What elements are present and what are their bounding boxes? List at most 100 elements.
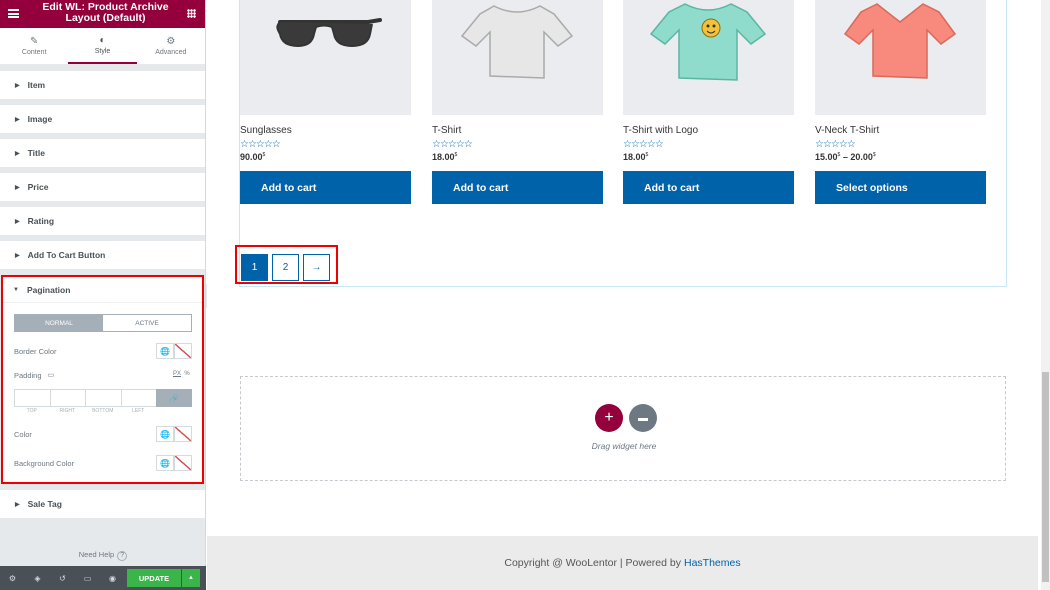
product-name[interactable]: T-Shirt with Logo — [623, 125, 794, 136]
caret-right-icon: ▶ — [15, 82, 20, 89]
padding-label-left: LEFT — [132, 408, 145, 414]
control-label: Color — [14, 429, 32, 439]
section-label: Add To Cart Button — [27, 250, 106, 260]
padding-bottom-input[interactable] — [85, 389, 121, 407]
site-footer: Copyright @ WooLentor | Powered by HasTh… — [207, 536, 1038, 590]
unit-percent[interactable]: % — [184, 371, 189, 377]
caret-right-icon: ▶ — [15, 116, 20, 123]
settings-icon[interactable]: ⚙ — [0, 574, 25, 583]
panel-tabs: ✎ Content ◐ Style ⚙ Advanced — [0, 28, 205, 65]
star-rating: ☆☆☆☆☆ — [240, 139, 281, 150]
copyright-text: Copyright @ WooLentor | Powered by — [504, 557, 681, 569]
product-price: 15.00$ – 20.00$ — [815, 152, 876, 162]
scrollbar-thumb[interactable] — [1042, 372, 1049, 582]
product-price: 18.00$ — [623, 152, 794, 162]
product-card: T-Shirt ☆☆☆☆☆ 18.00$ Add to cart — [432, 0, 603, 204]
product-name[interactable]: Sunglasses — [240, 125, 411, 136]
hamburger-icon[interactable] — [8, 9, 19, 18]
product-image-sunglasses[interactable] — [240, 0, 411, 115]
padding-inputs: 🔗 — [14, 389, 192, 407]
product-image-tshirt-with-logo[interactable] — [623, 0, 794, 115]
price-to-value: 20.00 — [850, 152, 873, 162]
product-image-tshirt[interactable] — [432, 0, 603, 115]
currency-symbol: $ — [645, 152, 649, 158]
pencil-icon: ✎ — [29, 36, 39, 47]
state-active-tab[interactable]: ACTIVE — [103, 315, 191, 331]
widgets-grid-icon[interactable] — [187, 9, 196, 18]
update-options-caret-icon[interactable]: ▲ — [182, 569, 200, 587]
product-name[interactable]: T-Shirt — [432, 125, 603, 136]
section-label: Price — [27, 182, 49, 192]
page-2-button[interactable]: 2 — [272, 254, 299, 281]
section-rating[interactable]: ▶ Rating — [0, 207, 205, 235]
currency-symbol: $ — [262, 152, 266, 158]
padding-top-input[interactable] — [14, 389, 50, 407]
panel-footer: ⚙ ◈ ↺ ▭ ◉ UPDATE ▲ — [0, 566, 206, 590]
add-section-plus-icon[interactable]: + — [595, 404, 623, 432]
unit-px[interactable]: PX — [173, 371, 181, 377]
border-color-control: Border Color 🌐 — [14, 342, 192, 360]
state-switch: NORMAL ACTIVE — [14, 314, 192, 332]
padding-label-top: TOP — [26, 408, 37, 414]
product-name[interactable]: V-Neck T-Shirt — [815, 125, 986, 136]
product-archive-widget: Sunglasses ☆☆☆☆☆ 90.00$ Add to cart T-Sh… — [239, 0, 1007, 287]
add-to-cart-button[interactable]: Add to cart — [240, 171, 411, 204]
section-title[interactable]: ▶ Title — [0, 139, 205, 167]
tab-content[interactable]: ✎ Content — [0, 28, 68, 64]
section-label: Sale Tag — [27, 499, 62, 509]
tab-advanced[interactable]: ⚙ Advanced — [137, 28, 205, 64]
empty-section-dropzone[interactable]: + ▬ Drag widget here — [240, 376, 1006, 481]
padding-label-bottom: BOTTOM — [92, 408, 114, 414]
section-item[interactable]: ▶ Item — [0, 71, 205, 99]
preview-eye-icon[interactable]: ◉ — [100, 574, 125, 583]
section-sale-tag[interactable]: ▶ Sale Tag — [0, 490, 205, 518]
folder-template-icon[interactable]: ▬ — [629, 404, 657, 432]
next-page-arrow-icon[interactable]: → — [303, 254, 330, 281]
unit-switch[interactable]: PX % — [173, 371, 190, 377]
panel-header: Edit WL: Product Archive Layout (Default… — [0, 0, 205, 28]
half-circle-icon: ◐ — [99, 35, 106, 46]
update-button[interactable]: UPDATE — [127, 569, 181, 587]
price-value: 18.00 — [432, 152, 455, 162]
color-picker-swatch[interactable] — [174, 343, 192, 359]
section-add-to-cart-button[interactable]: ▶ Add To Cart Button — [0, 241, 205, 269]
page-1-button[interactable]: 1 — [241, 254, 268, 281]
add-to-cart-button[interactable]: Add to cart — [432, 171, 603, 204]
desktop-icon[interactable]: ▭ — [48, 371, 55, 379]
section-image[interactable]: ▶ Image — [0, 105, 205, 133]
globe-icon[interactable]: 🌐 — [156, 426, 174, 442]
history-icon[interactable]: ↺ — [50, 574, 75, 583]
color-picker-swatch[interactable] — [174, 455, 192, 471]
need-help-label: Need Help — [78, 550, 115, 559]
control-label: Border Color — [14, 346, 57, 356]
caret-right-icon: ▶ — [15, 150, 20, 157]
product-card: T-Shirt with Logo ☆☆☆☆☆ 18.00$ Add to ca… — [623, 0, 794, 204]
section-label: Image — [27, 114, 53, 124]
star-rating: ☆☆☆☆☆ — [623, 139, 664, 150]
state-normal-tab[interactable]: NORMAL — [15, 315, 103, 331]
tab-style[interactable]: ◐ Style — [68, 28, 137, 64]
tab-label: Content — [21, 49, 47, 56]
layers-icon[interactable]: ◈ — [25, 574, 50, 583]
caret-right-icon: ▶ — [15, 184, 20, 191]
responsive-icon[interactable]: ▭ — [75, 574, 100, 583]
product-image-v-neck[interactable] — [815, 0, 986, 115]
globe-icon[interactable]: 🌐 — [156, 455, 174, 471]
add-to-cart-button[interactable]: Add to cart — [623, 171, 794, 204]
color-picker-swatch[interactable] — [174, 426, 192, 442]
padding-left-input[interactable] — [120, 389, 156, 407]
price-value: 15.00 — [815, 152, 838, 162]
globe-icon[interactable]: 🌐 — [156, 343, 174, 359]
hasthemes-link[interactable]: HasThemes — [684, 557, 741, 569]
star-rating: ☆☆☆☆☆ — [815, 139, 856, 150]
currency-symbol: $ — [872, 152, 876, 158]
pagination-header[interactable]: ▼ Pagination — [3, 277, 202, 303]
section-pagination: ▼ Pagination NORMAL ACTIVE Border Color 🌐… — [1, 275, 204, 484]
select-options-button[interactable]: Select options — [815, 171, 986, 204]
panel-title: Edit WL: Product Archive Layout (Default… — [42, 1, 169, 24]
need-help-link[interactable]: Need Help? — [0, 550, 206, 561]
section-price[interactable]: ▶ Price — [0, 173, 205, 201]
padding-right-input[interactable] — [49, 389, 85, 407]
link-icon[interactable]: 🔗 — [156, 389, 192, 407]
drag-widget-hint: Drag widget here — [591, 441, 657, 451]
